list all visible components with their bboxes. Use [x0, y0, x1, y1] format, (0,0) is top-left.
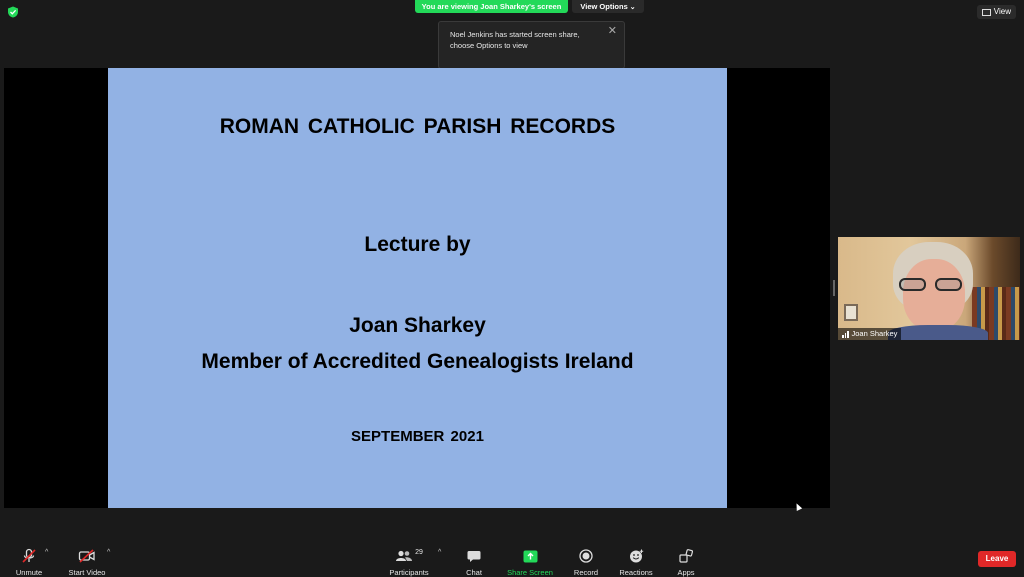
apps-button[interactable]: Apps	[670, 540, 702, 577]
participant-name-tag: Joan Sharkey	[838, 328, 902, 340]
participant-video-tile[interactable]: Joan Sharkey	[838, 237, 1020, 340]
picture-frame-background	[844, 304, 858, 321]
unmute-button[interactable]: Unmute	[8, 540, 50, 577]
signal-strength-icon	[842, 330, 849, 338]
start-video-button[interactable]: Start Video	[62, 540, 112, 577]
panel-resize-handle[interactable]	[833, 280, 835, 296]
notification-line-1: Noel Jenkins has started screen share,	[450, 30, 580, 39]
record-icon	[579, 549, 593, 563]
close-icon[interactable]: ✕	[608, 26, 617, 37]
participants-icon	[396, 550, 413, 561]
shield-icon[interactable]	[7, 6, 19, 18]
record-button[interactable]: Record	[570, 540, 602, 577]
slide-date: SEPTEMBER 2021	[351, 428, 484, 445]
screen-share-notification: Noel Jenkins has started screen share, c…	[438, 21, 625, 69]
camera-off-icon	[78, 549, 95, 563]
chat-button[interactable]: Chat	[460, 540, 488, 577]
view-button-label: View	[993, 7, 1011, 16]
participants-button[interactable]: 29 Participants	[386, 540, 432, 577]
slide-presenter-name: Joan Sharkey	[349, 314, 486, 337]
view-layout-icon	[981, 8, 991, 16]
video-options-chevron-icon[interactable]: ^	[107, 549, 110, 556]
reactions-smiley-icon	[629, 549, 643, 563]
chevron-down-icon: ⌄	[629, 4, 636, 11]
viewing-screen-banner: You are viewing Joan Sharkey's screen	[415, 0, 568, 13]
slide-affiliation: Member of Accredited Genealogists Irelan…	[201, 350, 634, 373]
chat-icon	[467, 550, 481, 562]
microphone-muted-icon	[22, 548, 36, 563]
slide-title: ROMAN CATHOLIC PARISH RECORDS	[219, 115, 616, 138]
view-options-label: View Options	[580, 2, 628, 11]
view-options-button[interactable]: View Options ⌄	[572, 0, 644, 13]
participants-options-chevron-icon[interactable]: ^	[438, 549, 441, 556]
participant-face	[903, 259, 965, 331]
leave-button[interactable]: Leave	[978, 551, 1016, 567]
slide-lecture-by: Lecture by	[364, 233, 471, 256]
audio-options-chevron-icon[interactable]: ^	[45, 549, 48, 556]
apps-icon	[679, 549, 693, 563]
participants-count: 29	[415, 548, 423, 556]
participant-name: Joan Sharkey	[851, 329, 898, 338]
meeting-toolbar: Unmute ^ Start Video ^ 29 Participants ^…	[0, 540, 1024, 577]
reactions-button[interactable]: Reactions	[616, 540, 656, 577]
presentation-slide: ROMAN CATHOLIC PARISH RECORDS Lecture by…	[108, 68, 727, 508]
view-button[interactable]: View	[976, 5, 1016, 19]
share-screen-button[interactable]: Share Screen	[504, 540, 556, 577]
share-screen-icon	[523, 550, 537, 562]
notification-line-2: choose Options to view	[450, 41, 528, 50]
